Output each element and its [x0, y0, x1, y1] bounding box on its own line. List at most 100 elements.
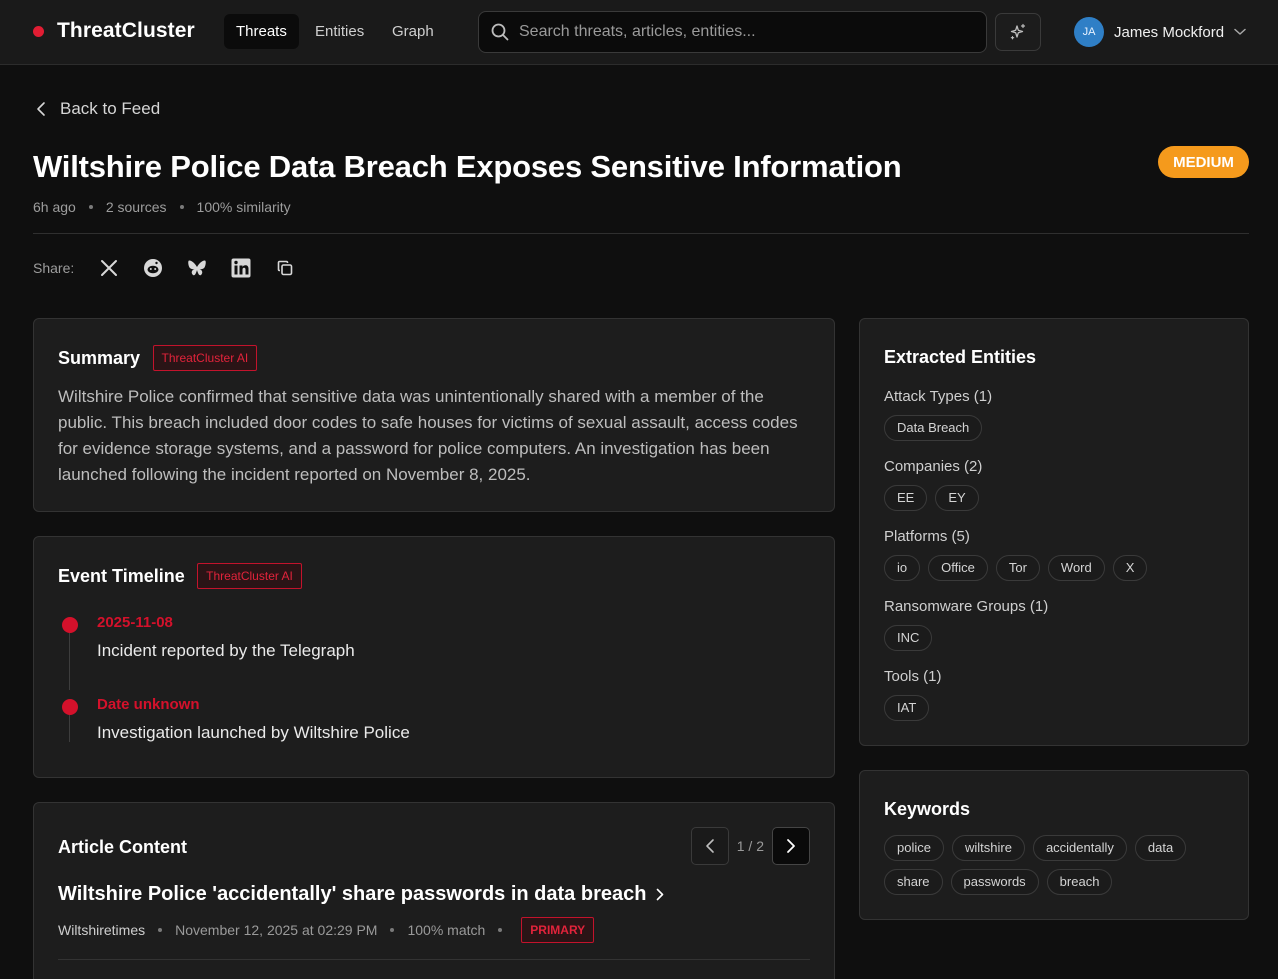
- entities-title: Extracted Entities: [884, 347, 1037, 367]
- keyword-chip[interactable]: passwords: [950, 869, 1039, 895]
- summary-card: Summary ThreatCluster AI Wiltshire Polic…: [33, 318, 835, 512]
- meta-separator: [498, 928, 503, 932]
- entity-group-label: Ransomware Groups (1): [884, 598, 1049, 615]
- entity-chip[interactable]: Word: [1047, 555, 1105, 581]
- sparkle-icon: [1010, 23, 1026, 40]
- article-pager: 1 / 2: [690, 827, 810, 865]
- previous-article-button[interactable]: [690, 827, 729, 865]
- back-label: Back to Feed: [60, 99, 161, 118]
- search-icon: [491, 23, 509, 41]
- article-headline-link[interactable]: Wiltshire Police 'accidentally' share pa…: [58, 883, 664, 906]
- user-name: James Mockford: [1114, 23, 1225, 41]
- summary-text: Wiltshire Police confirmed that sensitiv…: [58, 387, 798, 484]
- bluesky-icon[interactable]: [186, 257, 208, 279]
- page-title: Wiltshire Police Data Breach Exposes Sen…: [33, 149, 902, 184]
- meta-separator: [179, 205, 184, 209]
- entity-chip[interactable]: INC: [884, 625, 933, 651]
- user-menu[interactable]: JA James Mockford: [1074, 17, 1246, 47]
- chevron-down-icon: [1234, 28, 1246, 35]
- keyword-list: police wiltshire accidentally data share…: [884, 835, 1234, 903]
- entity-chip[interactable]: EE: [884, 485, 928, 511]
- keyword-chip[interactable]: breach: [1046, 869, 1113, 895]
- article-section-title: Article Content: [58, 837, 188, 857]
- chevron-right-icon: [657, 888, 664, 901]
- top-navigation-bar: ThreatCluster Threats Entities Graph JA …: [0, 0, 1278, 65]
- keywords-card: Keywords police wiltshire accidentally d…: [859, 770, 1249, 920]
- primary-badge: PRIMARY: [521, 917, 595, 943]
- entity-group-platforms: Platforms (5) io Office Tor Word X: [884, 528, 1155, 589]
- search-input[interactable]: [519, 12, 979, 52]
- meta-similarity: 100% similarity: [196, 199, 291, 215]
- severity-badge: MEDIUM: [1158, 146, 1249, 178]
- article-date: November 12, 2025 at 02:29 PM: [175, 922, 378, 938]
- entity-group-attack-types: Attack Types (1) Data Breach: [884, 388, 992, 449]
- search-box[interactable]: [478, 11, 987, 53]
- entity-group-label: Tools (1): [884, 668, 942, 685]
- linkedin-icon[interactable]: [230, 257, 252, 279]
- entity-group-label: Companies (2): [884, 458, 983, 475]
- reddit-icon[interactable]: [142, 257, 164, 279]
- article-page-indicator: 1 / 2: [736, 838, 764, 854]
- article-source: Wiltshiretimes: [58, 922, 146, 938]
- ai-badge: ThreatCluster AI: [197, 563, 302, 589]
- copy-icon[interactable]: [274, 257, 296, 279]
- entity-chip[interactable]: Data Breach: [884, 415, 983, 441]
- share-bar: Share:: [33, 257, 318, 279]
- avatar: JA: [1074, 17, 1104, 47]
- article-headline: Wiltshire Police 'accidentally' share pa…: [58, 883, 647, 905]
- timeline-event-text: Incident reported by the Telegraph: [97, 641, 355, 660]
- meta-sources: 2 sources: [105, 199, 167, 215]
- timeline-connector: [69, 714, 70, 742]
- entity-chip[interactable]: Office: [928, 555, 988, 581]
- article-divider: [58, 959, 810, 960]
- timeline-dot: [62, 699, 78, 715]
- summary-title: Summary: [58, 348, 141, 368]
- article-match: 100% match: [407, 922, 486, 938]
- meta-separator: [88, 205, 93, 209]
- timeline-date: 2025-11-08: [97, 614, 173, 631]
- timeline-dot: [62, 617, 78, 633]
- nav-tab-threats[interactable]: Threats: [224, 14, 299, 49]
- keyword-chip[interactable]: police: [884, 835, 944, 861]
- entity-chip[interactable]: io: [884, 555, 921, 581]
- article-content-card: Article Content 1 / 2 Wiltshire Police '…: [33, 802, 835, 979]
- brand-dot-icon: [33, 25, 44, 37]
- entity-group-tools: Tools (1) IAT: [884, 668, 942, 729]
- entity-chip[interactable]: IAT: [884, 695, 930, 721]
- chevron-left-icon: [705, 839, 714, 853]
- header-divider: [33, 233, 1249, 234]
- meta-age: 6h ago: [33, 199, 76, 215]
- ai-badge: ThreatCluster AI: [152, 345, 258, 371]
- timeline-date: Date unknown: [97, 696, 200, 713]
- nav-tab-entities[interactable]: Entities: [303, 14, 376, 49]
- timeline-event-text: Investigation launched by Wiltshire Poli…: [97, 723, 410, 742]
- keyword-chip[interactable]: share: [884, 869, 943, 895]
- keywords-title: Keywords: [884, 799, 971, 819]
- brand-logo[interactable]: ThreatCluster: [33, 19, 195, 43]
- keyword-chip[interactable]: accidentally: [1032, 835, 1127, 861]
- timeline-connector: [69, 632, 70, 690]
- meta-separator: [390, 928, 395, 932]
- back-to-feed-link[interactable]: Back to Feed: [36, 99, 160, 119]
- keyword-chip[interactable]: wiltshire: [951, 835, 1025, 861]
- keyword-chip[interactable]: data: [1134, 835, 1187, 861]
- entity-group-companies: Companies (2) EE EY: [884, 458, 987, 519]
- entity-group-label: Attack Types (1): [884, 388, 993, 405]
- entity-group-ransomware-groups: Ransomware Groups (1) INC: [884, 598, 1048, 659]
- next-article-button[interactable]: [772, 827, 810, 865]
- x-icon[interactable]: [98, 257, 120, 279]
- timeline-title: Event Timeline: [58, 566, 185, 586]
- brand-name: ThreatCluster: [57, 19, 195, 42]
- chevron-right-icon: [787, 839, 795, 853]
- article-meta: Wiltshiretimes November 12, 2025 at 02:2…: [58, 917, 595, 943]
- ai-assistant-button[interactable]: [995, 13, 1041, 51]
- chevron-left-icon: [37, 102, 45, 116]
- meta-separator: [158, 928, 163, 932]
- entity-chip[interactable]: EY: [935, 485, 979, 511]
- share-label: Share:: [33, 260, 75, 276]
- nav-tab-graph[interactable]: Graph: [380, 14, 446, 49]
- entity-group-label: Platforms (5): [884, 528, 970, 545]
- entity-chip[interactable]: X: [1112, 555, 1148, 581]
- cluster-meta: 6h ago 2 sources 100% similarity: [33, 199, 291, 215]
- entity-chip[interactable]: Tor: [995, 555, 1040, 581]
